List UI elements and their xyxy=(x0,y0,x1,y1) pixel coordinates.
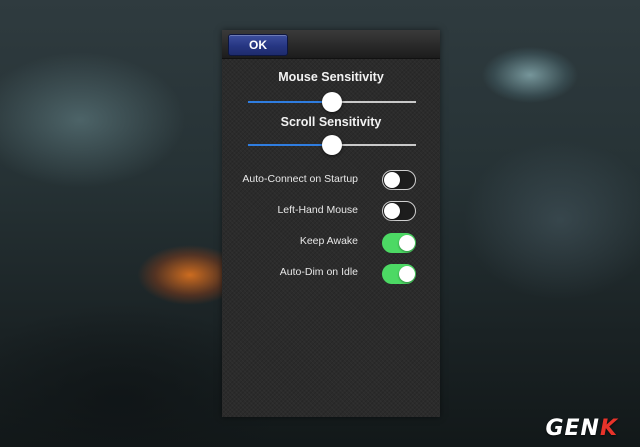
auto-dim-label: Auto-Dim on Idle xyxy=(279,266,358,278)
keep-awake-label: Keep Awake xyxy=(299,235,358,247)
slider-track-empty xyxy=(332,144,416,146)
ok-button[interactable]: OK xyxy=(228,34,288,56)
settings-panel: OK Mouse Sensitivity Scroll Sensitivity … xyxy=(222,30,440,417)
slider-track-filled xyxy=(248,144,332,146)
watermark-accent-letter: K xyxy=(599,416,618,441)
watermark-text: GEN xyxy=(545,416,600,441)
auto-dim-toggle[interactable] xyxy=(382,264,416,284)
scroll-sensitivity-title: Scroll Sensitivity xyxy=(280,115,382,129)
top-toolbar: OK xyxy=(222,30,440,59)
keep-awake-toggle[interactable] xyxy=(382,233,416,253)
mouse-sensitivity-title: Mouse Sensitivity xyxy=(278,70,384,84)
genk-watermark-logo: GENK xyxy=(545,416,618,441)
left-hand-mouse-toggle[interactable] xyxy=(382,201,416,221)
toggle-knob xyxy=(398,234,415,251)
slider-thumb[interactable] xyxy=(322,92,342,112)
slider-track-empty xyxy=(332,101,416,103)
slider-thumb[interactable] xyxy=(322,135,342,155)
scroll-sensitivity-slider[interactable] xyxy=(248,135,416,155)
auto-connect-toggle[interactable] xyxy=(382,170,416,190)
toggle-knob xyxy=(383,202,400,219)
left-hand-mouse-label: Left-Hand Mouse xyxy=(277,204,358,216)
mouse-sensitivity-slider[interactable] xyxy=(248,92,416,112)
toggle-knob xyxy=(383,171,400,188)
toggle-knob xyxy=(398,265,415,282)
slider-track-filled xyxy=(248,101,332,103)
auto-connect-label: Auto-Connect on Startup xyxy=(242,173,358,185)
